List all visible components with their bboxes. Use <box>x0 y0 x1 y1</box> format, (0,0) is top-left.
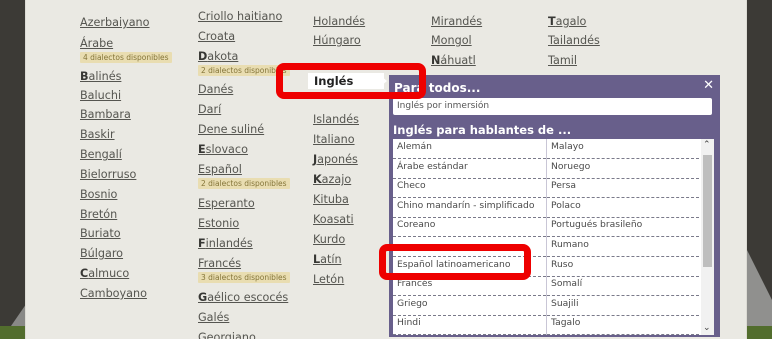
language-link[interactable]: Gaélico escocés <box>198 291 288 305</box>
language-link[interactable]: Árabe <box>80 37 113 51</box>
language-link-initial: D <box>198 50 208 63</box>
language-link[interactable]: Bengalí <box>80 148 122 162</box>
highlight-box-espanol-latinoamericano <box>379 244 531 280</box>
language-link[interactable]: Náhuatl <box>431 54 476 68</box>
language-link[interactable]: Esperanto <box>198 197 255 211</box>
language-link[interactable]: Azerbaiyano <box>80 16 150 30</box>
language-link[interactable]: Tamil <box>548 54 577 68</box>
language-link-initial: K <box>313 173 322 186</box>
source-language-item[interactable]: Tagalo <box>547 315 699 335</box>
language-link-rest: áhuatl <box>440 54 476 67</box>
language-link[interactable]: Español <box>198 163 242 177</box>
source-language-item[interactable]: Malayo <box>547 139 699 159</box>
language-link[interactable]: Islandés <box>313 113 359 127</box>
language-link[interactable]: Italiano <box>313 133 355 147</box>
language-link-rest: alinés <box>88 70 122 83</box>
language-link[interactable]: Balinés <box>80 70 121 84</box>
language-link[interactable]: Mirandés <box>431 15 482 29</box>
close-icon[interactable]: ✕ <box>703 78 714 93</box>
source-language-item[interactable]: Polaco <box>547 198 699 218</box>
scroll-down-icon[interactable]: ⌄ <box>703 324 711 333</box>
language-link[interactable]: Buriato <box>80 227 121 241</box>
source-language-list: Alemán Árabe estándar Checo Chino mandarín … <box>393 139 714 335</box>
language-link[interactable]: Baskir <box>80 128 115 142</box>
language-link[interactable]: Eslovaco <box>198 143 248 157</box>
language-link[interactable]: Dakota <box>198 50 238 64</box>
source-language-item[interactable]: Rumano <box>547 237 699 257</box>
scroll-thumb[interactable] <box>703 155 712 267</box>
language-modal: Para todos... ✕ Inglés por inmersión Ing… <box>389 75 720 337</box>
highlight-box-ingles <box>276 63 426 99</box>
source-language-item[interactable]: Suajili <box>547 296 699 316</box>
language-link[interactable]: Mongol <box>431 34 472 48</box>
source-language-item[interactable]: Coreano <box>393 217 546 238</box>
source-language-item[interactable]: Alemán <box>393 139 546 159</box>
immersion-option[interactable]: Inglés por inmersión <box>393 98 712 115</box>
section-title: Inglés para hablantes de ... <box>393 123 572 137</box>
immersion-option-label: Inglés por inmersión <box>397 101 490 111</box>
language-link-rest: azajo <box>321 173 352 186</box>
language-link-initial: F <box>198 237 206 250</box>
language-link[interactable]: Baluchi <box>80 89 121 103</box>
language-link[interactable]: Darí <box>198 103 221 117</box>
source-language-item[interactable]: Hindi <box>393 315 546 335</box>
dialects-badge: 4 dialectos disponibles <box>80 52 172 63</box>
language-link-initial: B <box>80 70 89 83</box>
source-language-item[interactable]: Somalí <box>547 276 699 297</box>
language-link[interactable]: Danés <box>198 83 233 97</box>
language-link[interactable]: Finlandés <box>198 237 253 251</box>
language-link-initial: E <box>198 143 206 156</box>
language-link[interactable]: Húngaro <box>313 34 361 48</box>
language-link[interactable]: Letón <box>313 273 344 287</box>
language-link[interactable]: Bambara <box>80 108 131 122</box>
source-language-item[interactable]: Árabe estándar <box>393 159 546 179</box>
source-language-item[interactable]: Griego <box>393 296 546 316</box>
language-link[interactable]: Bretón <box>80 208 117 222</box>
language-link[interactable]: Calmuco <box>80 267 129 281</box>
dialects-badge: 2 dialectos disponibles <box>198 178 290 189</box>
language-link-rest: inlandés <box>205 237 253 250</box>
language-link[interactable]: Camboyano <box>80 287 147 301</box>
language-link-rest: slovaco <box>205 143 248 156</box>
source-language-item[interactable]: Portugués brasileño <box>547 217 699 238</box>
language-link[interactable]: Tagalo <box>548 15 586 29</box>
list-scrollbar[interactable]: ⌃ ⌄ <box>701 139 714 335</box>
language-link[interactable]: Holandés <box>313 15 365 29</box>
source-language-item[interactable]: Noruego <box>547 159 699 179</box>
language-link-initial: T <box>548 15 556 28</box>
language-link[interactable]: Francés <box>198 257 241 271</box>
scroll-up-icon[interactable]: ⌃ <box>703 141 711 150</box>
source-language-item[interactable]: Persa <box>547 178 699 199</box>
language-link-initial: N <box>431 54 441 67</box>
language-link-initial: G <box>198 291 208 304</box>
language-link[interactable]: Bielorruso <box>80 168 136 182</box>
language-link[interactable]: Galés <box>198 311 229 325</box>
language-link[interactable]: Búlgaro <box>80 247 123 261</box>
language-link-rest: agalo <box>555 15 587 28</box>
language-link[interactable]: Criollo haitiano <box>198 10 282 24</box>
language-link[interactable]: Kazajo <box>313 173 351 187</box>
language-link[interactable]: Georgiano <box>198 331 256 339</box>
language-link[interactable]: Kurdo <box>313 233 345 247</box>
language-link-initial: C <box>80 267 89 280</box>
dialects-badge: 3 dialectos disponibles <box>198 272 290 283</box>
source-language-item[interactable]: Checo <box>393 178 546 199</box>
source-language-item[interactable]: Chino mandarín - simplificado <box>393 198 546 218</box>
language-link[interactable]: Bosnio <box>80 188 117 202</box>
language-link[interactable]: Japonés <box>313 153 358 167</box>
language-link[interactable]: Croata <box>198 30 235 44</box>
language-link-rest: atín <box>320 253 342 266</box>
language-link-rest: akota <box>207 50 239 63</box>
language-link[interactable]: Dene suliné <box>198 123 264 137</box>
language-link[interactable]: Estonio <box>198 217 239 231</box>
source-language-item[interactable]: Ruso <box>547 257 699 277</box>
language-link-rest: almuco <box>88 267 130 280</box>
language-link-rest: aélico escocés <box>207 291 289 304</box>
language-link[interactable]: Koasati <box>313 213 354 227</box>
language-link-rest: aponés <box>317 153 358 166</box>
language-link[interactable]: Kituba <box>313 193 349 207</box>
language-link[interactable]: Tailandés <box>548 34 600 48</box>
language-link[interactable]: Latín <box>313 253 342 267</box>
